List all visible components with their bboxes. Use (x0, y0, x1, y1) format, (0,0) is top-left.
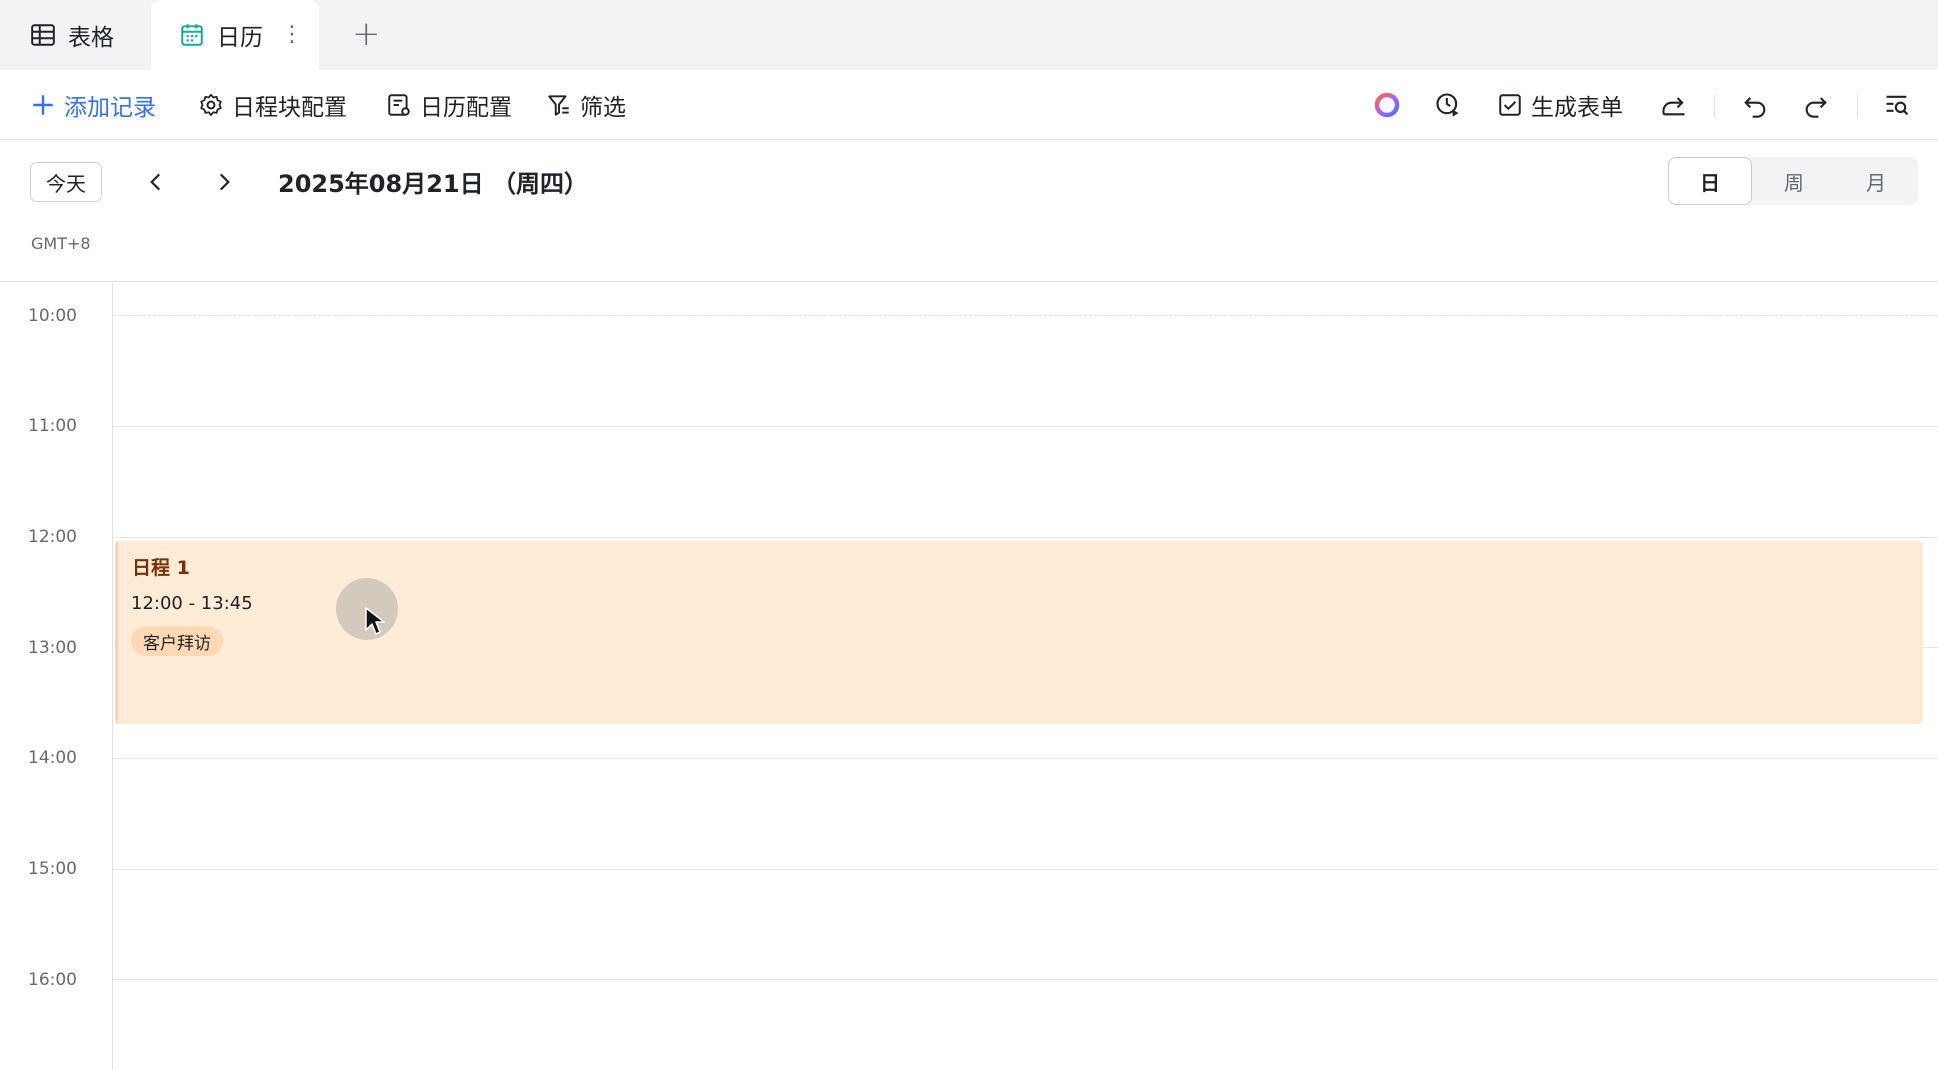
block-config-label: 日程块配置 (232, 95, 347, 121)
plus-icon (33, 95, 53, 115)
event-title: 日程 1 (132, 557, 190, 579)
toolbar: 添加记录 日程块配置 日历配置 筛选 生成表单 (0, 70, 1938, 140)
today-button[interactable]: 今天 (30, 162, 102, 202)
filter-button[interactable]: 筛选 (546, 70, 626, 140)
gear-icon (200, 93, 222, 116)
hour-line (113, 758, 1938, 759)
filter-icon (548, 95, 569, 116)
hour-label: 14:00 (28, 748, 77, 768)
mouse-pointer-icon (365, 607, 385, 635)
hour-line (113, 869, 1938, 870)
calendar-config-button[interactable]: 日历配置 (386, 70, 512, 140)
calendar-config-label: 日历配置 (420, 95, 512, 121)
automation-clock-icon[interactable] (1434, 91, 1462, 119)
view-week[interactable]: 周 (1752, 157, 1836, 205)
event-tag: 客户拜访 (131, 626, 223, 656)
tab-more-icon[interactable]: ⋮ (281, 22, 303, 47)
view-day[interactable]: 日 (1668, 157, 1752, 205)
add-record-label: 添加记录 (64, 95, 156, 121)
filter-label: 筛选 (580, 95, 626, 121)
table-icon (31, 24, 55, 46)
hour-line (113, 315, 1938, 316)
hour-label: 13:00 (28, 638, 77, 658)
hour-label: 11:00 (28, 416, 77, 436)
generate-form-label: 生成表单 (1531, 95, 1623, 121)
event-time: 12:00 - 13:45 (131, 593, 253, 614)
calendar-settings-icon (388, 94, 410, 116)
hour-label: 16:00 (28, 970, 77, 990)
hour-label: 15:00 (28, 859, 77, 879)
add-tab-icon[interactable]: + (352, 14, 381, 54)
day-grid[interactable]: 10:00 11:00 12:00 13:00 14:00 15:00 16:0… (0, 283, 1938, 1070)
toolbar-divider (1857, 94, 1858, 118)
search-records-icon[interactable] (1883, 91, 1911, 119)
timezone-label: GMT+8 (31, 234, 91, 253)
time-column-border (112, 283, 113, 1070)
undo-icon[interactable] (1741, 91, 1769, 119)
view-month[interactable]: 月 (1834, 157, 1918, 205)
tab-calendar-label: 日历 (217, 25, 263, 51)
block-config-button[interactable]: 日程块配置 (198, 70, 347, 140)
form-check-icon (1499, 94, 1521, 116)
chevron-right-icon[interactable] (211, 169, 237, 195)
toolbar-divider (1714, 94, 1715, 118)
tab-bar: 表格 日历 ⋮ + (0, 0, 1938, 70)
ai-assistant-icon[interactable] (1373, 91, 1401, 119)
generate-form-button[interactable]: 生成表单 (1497, 70, 1623, 140)
hour-label: 12:00 (28, 527, 77, 547)
hour-label: 10:00 (28, 306, 77, 326)
hour-line (113, 979, 1938, 980)
chevron-left-icon[interactable] (143, 169, 169, 195)
tab-calendar[interactable]: 日历 ⋮ (151, 0, 319, 70)
view-switcher: 日 周 月 (1668, 157, 1918, 205)
calendar-icon (181, 24, 203, 46)
date-title: 2025年08月21日 （周四） (278, 170, 588, 198)
add-record-button[interactable]: 添加记录 (30, 70, 156, 140)
hour-line (113, 537, 1938, 538)
hour-line (113, 426, 1938, 427)
calendar-nav: 今天 2025年08月21日 （周四） 日 周 月 GMT+8 (0, 140, 1938, 282)
tab-table-label: 表格 (68, 25, 114, 51)
redo-icon[interactable] (1802, 91, 1830, 119)
share-icon[interactable] (1660, 91, 1688, 119)
tab-table[interactable]: 表格 (30, 0, 114, 70)
